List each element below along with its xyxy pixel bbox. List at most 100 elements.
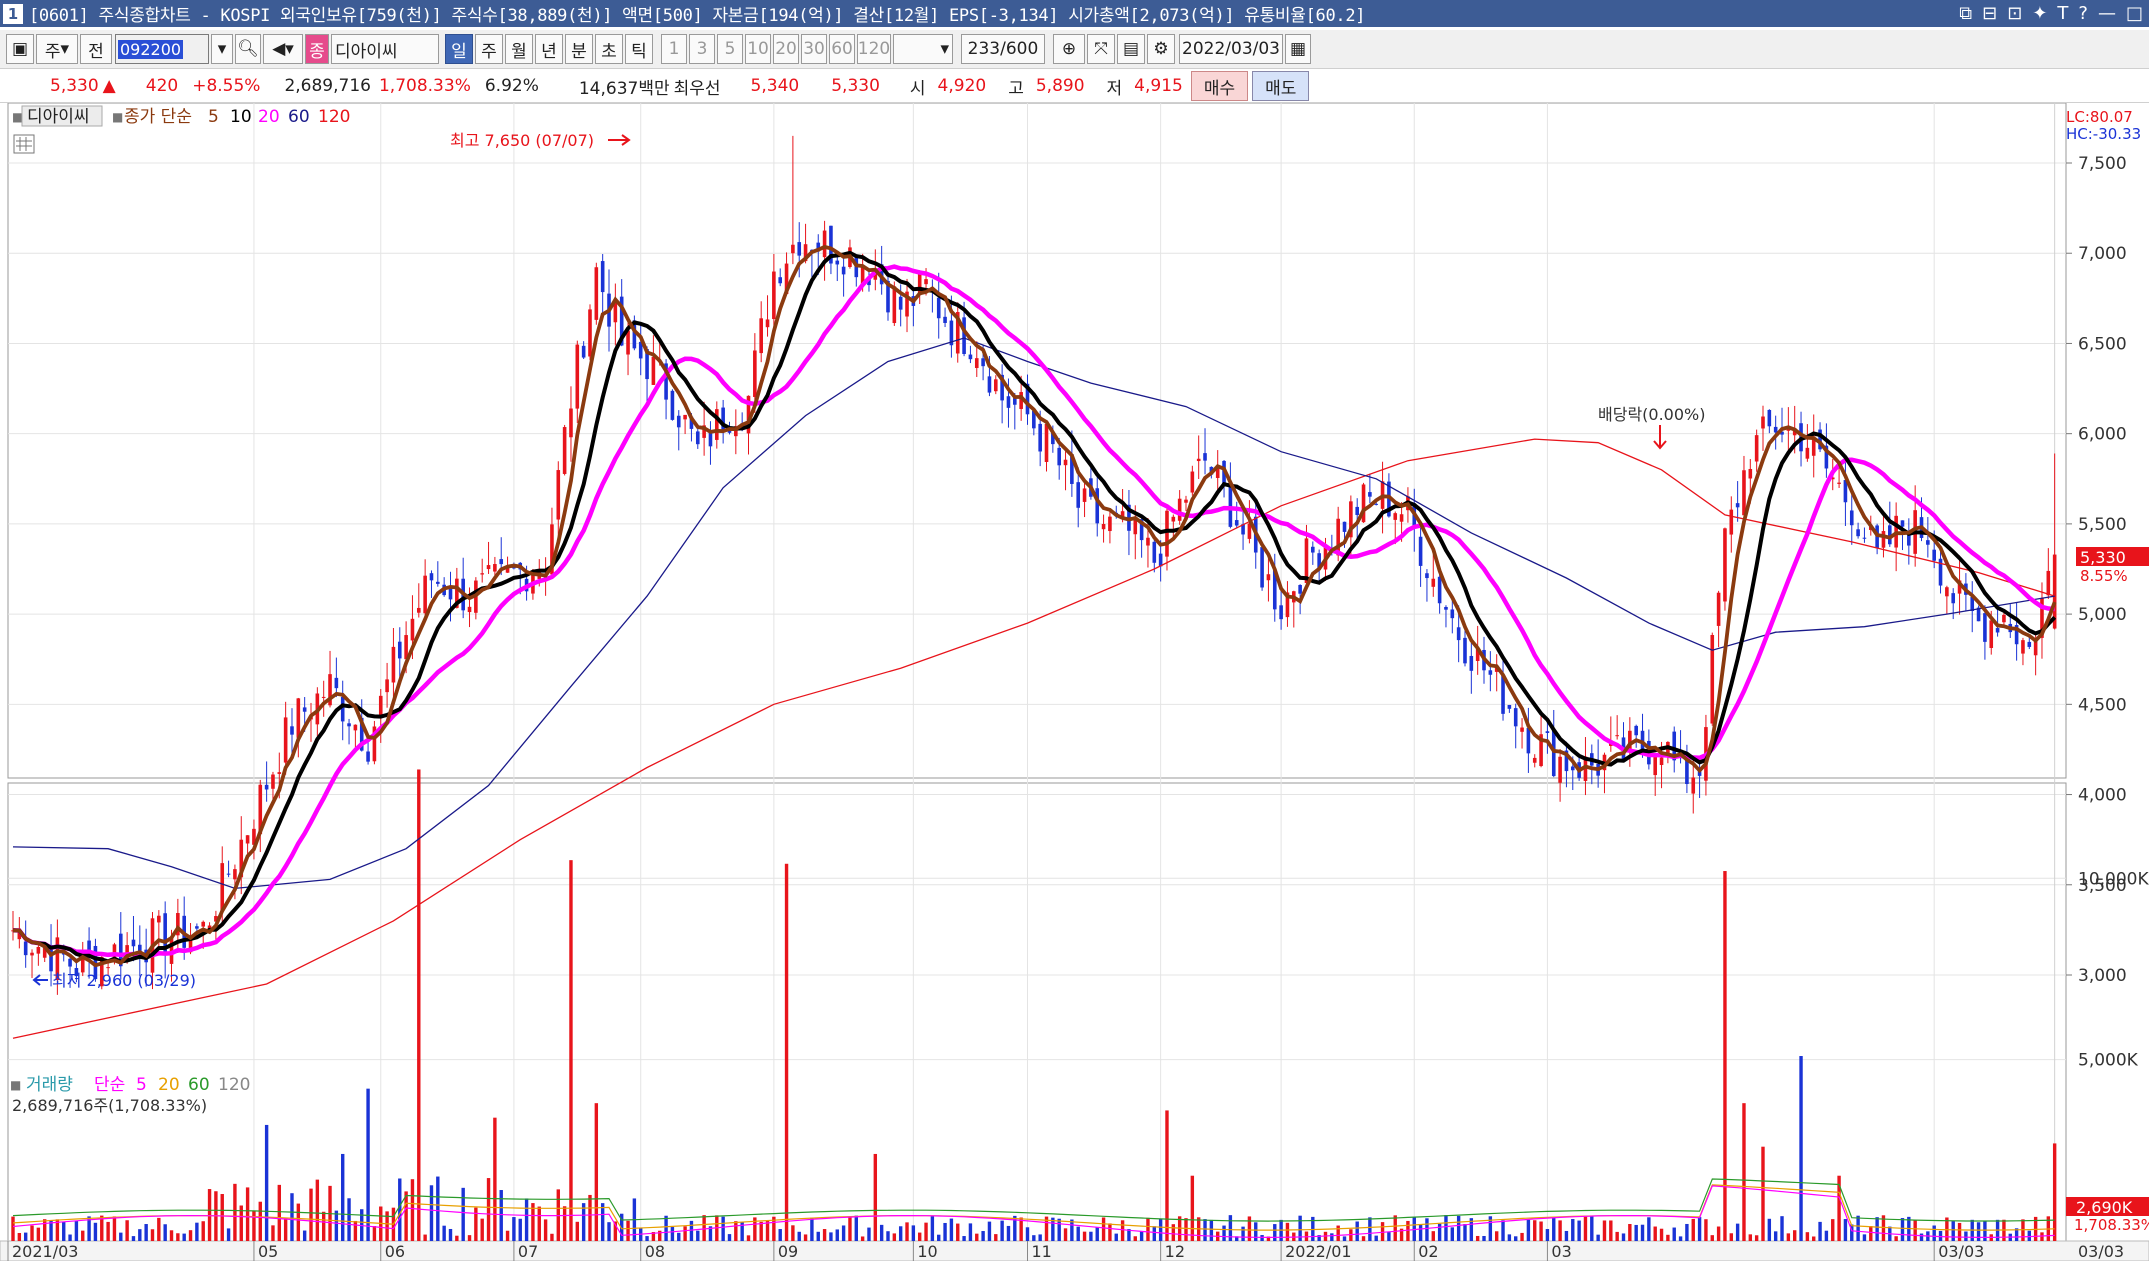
stock-code-value: 092200: [118, 39, 184, 59]
volume-bar: [1615, 1231, 1619, 1241]
volume-bar: [1241, 1226, 1245, 1241]
volume-bar: [1735, 1223, 1740, 1241]
interval-60[interactable]: 60: [829, 34, 855, 64]
legend-ma60: 60: [288, 107, 310, 127]
chevron-down-icon[interactable]: ▾: [211, 34, 233, 64]
volume-legend-ma20: 20: [158, 1075, 180, 1095]
font-icon[interactable]: T: [2057, 3, 2068, 24]
volume-bar: [1672, 1227, 1676, 1241]
candle-body: [2027, 641, 2032, 647]
interval-3[interactable]: 3: [689, 34, 715, 64]
period-tick[interactable]: 틱: [625, 34, 653, 64]
legend-marker-icon: ■: [112, 110, 123, 124]
volume-bar: [1894, 1236, 1898, 1241]
volume-bar: [277, 1184, 282, 1241]
maximize-icon[interactable]: □: [2126, 3, 2143, 24]
candle-body: [1488, 670, 1493, 675]
restore-icon[interactable]: ⧉: [1959, 3, 1972, 24]
speaker-icon[interactable]: ◀▾: [263, 34, 303, 64]
candle-body: [1203, 453, 1207, 461]
count-field[interactable]: 233/600: [961, 34, 1045, 64]
candle-body: [759, 318, 763, 354]
volume-bar: [1133, 1236, 1137, 1241]
volume-bar: [1437, 1223, 1442, 1241]
period-week[interactable]: 주: [475, 34, 503, 64]
candle-body: [1177, 498, 1182, 521]
interval-30[interactable]: 30: [801, 34, 827, 64]
period-minute[interactable]: 분: [565, 34, 593, 64]
market-select-label: 주: [44, 41, 61, 62]
sell-button[interactable]: 매도: [1252, 71, 1310, 101]
period-second[interactable]: 초: [595, 34, 623, 64]
candle-body: [467, 606, 472, 613]
candle-body: [569, 408, 573, 438]
volume-bar: [803, 1234, 808, 1241]
volume-bar: [404, 1191, 408, 1241]
stock-name-field[interactable]: 디아이씨: [331, 34, 439, 64]
prev-button[interactable]: 전: [80, 34, 112, 64]
gear-icon[interactable]: ⚙: [1147, 34, 1175, 64]
search-icon[interactable]: 🔍︎: [235, 34, 261, 64]
candle-body: [1926, 540, 1930, 545]
volume-bar: [949, 1218, 954, 1241]
date-field[interactable]: 2022/03/03: [1179, 34, 1283, 64]
title-bar: 1 [0601] 주식종합차트 - KOSPI 외국인보유[759(천)] 주식…: [0, 0, 2149, 27]
stock-chart[interactable]: 7,500 7,000 6,500 6,000 5,500 5,000 4,500 4,000…: [0, 103, 2149, 1261]
candle-body: [201, 921, 206, 927]
candle-body: [1418, 536, 1423, 566]
candle-body: [245, 835, 250, 844]
volume-bar: [1273, 1224, 1277, 1241]
volume-bar: [334, 1210, 339, 1241]
volume-bar: [670, 1227, 675, 1241]
date-tick-label: 12: [1165, 1242, 1185, 1261]
volume-bar: [759, 1221, 763, 1241]
minimize-icon[interactable]: —: [2098, 3, 2116, 24]
layout-icon[interactable]: ▣: [6, 34, 34, 64]
volume-bar: [937, 1234, 941, 1241]
volume-bar: [1552, 1217, 1556, 1241]
stock-code-input[interactable]: 092200: [115, 34, 209, 64]
market-select[interactable]: 주 ▾: [36, 34, 78, 64]
calendar-icon[interactable]: ▦: [1285, 34, 1311, 64]
pin-icon[interactable]: ✦: [2032, 3, 2047, 24]
split-icon[interactable]: ⊡: [2007, 3, 2022, 24]
volume-bar: [594, 1103, 599, 1241]
settings-icon[interactable]: ⊕: [1053, 34, 1085, 64]
volume-bar: [366, 1088, 370, 1241]
chart-toolbar: ▣ 주 ▾ 전 092200 ▾ 🔍︎ ◀▾ 종 디아이씨 일 주 월 년 분 초…: [0, 30, 2149, 69]
volume-bar: [569, 860, 573, 1241]
tile-icon[interactable]: ⊟: [1982, 3, 1997, 24]
interval-120[interactable]: 120: [857, 34, 891, 64]
save-icon[interactable]: ▤: [1117, 34, 1145, 64]
price-tick-label: 7,000: [2078, 244, 2127, 264]
volume-bar: [981, 1231, 985, 1241]
dividend-annotation: 배당락(0.00%): [1598, 405, 1705, 424]
interval-dropdown[interactable]: ▾: [893, 34, 953, 64]
volume-bar: [1165, 1110, 1169, 1241]
volume-bar: [1621, 1233, 1626, 1241]
candle-body: [1342, 521, 1347, 532]
last-pct-label: 8.55%: [2080, 567, 2128, 585]
interval-10[interactable]: 10: [745, 34, 771, 64]
buy-button[interactable]: 매수: [1190, 71, 1249, 101]
volume-bar: [1792, 1230, 1797, 1241]
candle-body: [1393, 513, 1398, 520]
period-year[interactable]: 년: [535, 34, 563, 64]
draw-icon[interactable]: ⤧: [1087, 34, 1115, 64]
help-icon[interactable]: ?: [2078, 3, 2088, 24]
interval-5[interactable]: 5: [717, 34, 743, 64]
volume-bar: [1475, 1235, 1480, 1241]
volume-bar: [1799, 1056, 1803, 1241]
volume-bar: [195, 1222, 199, 1241]
candle-body: [981, 358, 985, 367]
table-icon[interactable]: [13, 134, 35, 154]
candle-body: [1837, 482, 1841, 484]
interval-1[interactable]: 1: [661, 34, 687, 64]
candle-body: [347, 723, 351, 727]
candle-body: [1057, 447, 1061, 466]
volume-bar: [1710, 1235, 1714, 1241]
period-day[interactable]: 일: [445, 34, 473, 64]
candle-body: [302, 707, 307, 712]
period-month[interactable]: 월: [505, 34, 533, 64]
interval-20[interactable]: 20: [773, 34, 799, 64]
